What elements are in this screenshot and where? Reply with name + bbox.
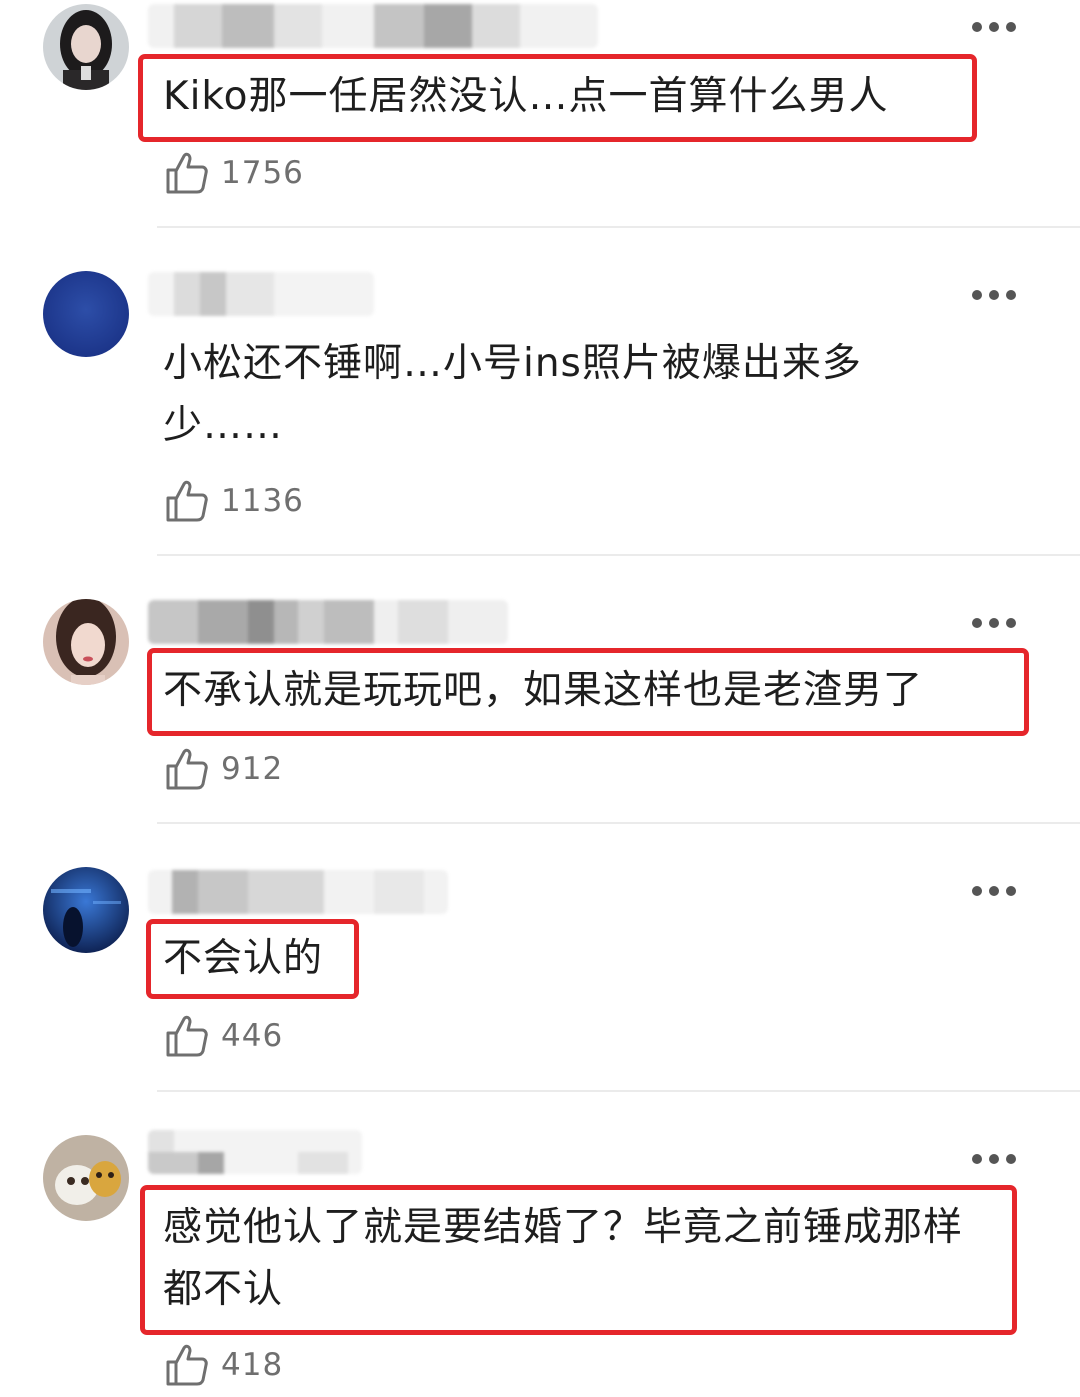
like-button[interactable]: 418 [165,1342,283,1388]
avatar[interactable] [43,1135,129,1221]
like-count: 418 [221,1347,284,1383]
more-dots-icon[interactable] [972,1153,1016,1165]
comment-text: 感觉他认了就是要结婚了？毕竟之前锤成那样都不认 [163,1205,964,1312]
thumbs-up-icon [166,1344,208,1386]
comment-item: 感觉他认了就是要结婚了？毕竟之前锤成那样都不认 418 [0,0,1080,1397]
username-blurred[interactable] [148,1130,362,1174]
